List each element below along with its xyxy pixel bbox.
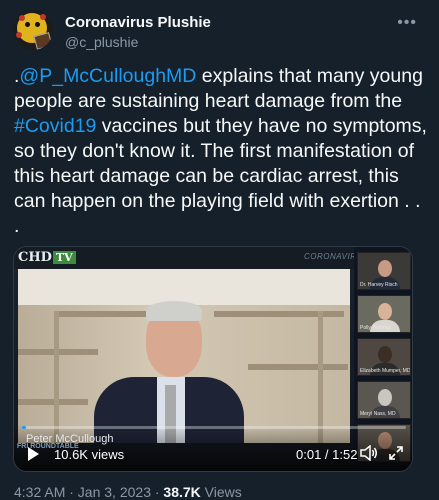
tag-decoration [33,32,53,50]
author-name[interactable]: Coronavirus Plushie [65,14,211,31]
mention-link[interactable]: @P_McCulloughMD [19,65,196,87]
video-views: 10.6K views [54,447,125,462]
participant-face [378,260,392,277]
video-player[interactable]: CHD TV CORONAVIRUS Dr. Harvey Risch Poll… [13,246,413,472]
ceiling [18,269,350,305]
participant-caption: Dr. Harvey Risch [360,282,398,288]
views-count: 38.7K [163,484,201,500]
video-header-strip: CHD TV CORONAVIRUS [14,247,412,269]
video-main-frame [18,269,350,443]
eye-decoration [35,22,40,27]
spike-decoration [16,32,22,38]
spike-decoration [19,15,25,21]
tweet-footer: 4:32 AM · Jan 3, 2023 · 38.7K Views [14,484,242,500]
avatar[interactable] [13,10,53,50]
tweet[interactable]: Coronavirus Plushie @c_plushie ••• .@P_M… [0,0,439,500]
participant-tile: Polly Tommey [357,295,411,333]
participant-caption: Polly Tommey [360,325,392,331]
views-label: Views [200,484,242,500]
participant-tile: Dr. Harvey Risch [357,252,411,290]
participant-tile: Meryl Nass, MD [357,381,411,419]
tweet-text: .@P_McCulloughMD explains that many youn… [14,64,429,239]
author-handle[interactable]: @c_plushie [65,34,138,50]
video-progress-bar[interactable] [22,426,406,429]
shelf-post [54,311,59,443]
eye-decoration [25,22,30,27]
fullscreen-icon[interactable] [388,445,404,461]
speaker-hair [146,301,202,321]
participant-caption: Meryl Nass, MD [360,411,396,417]
video-time: 0:01 / 1:52 [296,447,358,462]
volume-icon[interactable] [360,445,378,461]
participant-face [378,303,392,320]
participant-caption: Elizabeth Mumper, MD [360,368,411,374]
more-horizontal-icon[interactable]: ••• [397,14,417,32]
hashtag-link[interactable]: #Covid19 [14,115,96,137]
video-progress-fill [22,426,26,429]
participant-face [378,346,392,363]
shelf [214,311,344,317]
shelf-post [318,311,323,443]
participant-face [378,389,392,406]
shelf [248,364,348,370]
spike-decoration [40,14,46,20]
chd-tv-logo: CHD TV [18,250,76,265]
participant-tile: Elizabeth Mumper, MD [357,338,411,376]
tweet-timestamp[interactable]: 4:32 AM · Jan 3, 2023 · [14,484,163,500]
shelf [18,399,88,405]
play-icon[interactable] [28,447,39,461]
